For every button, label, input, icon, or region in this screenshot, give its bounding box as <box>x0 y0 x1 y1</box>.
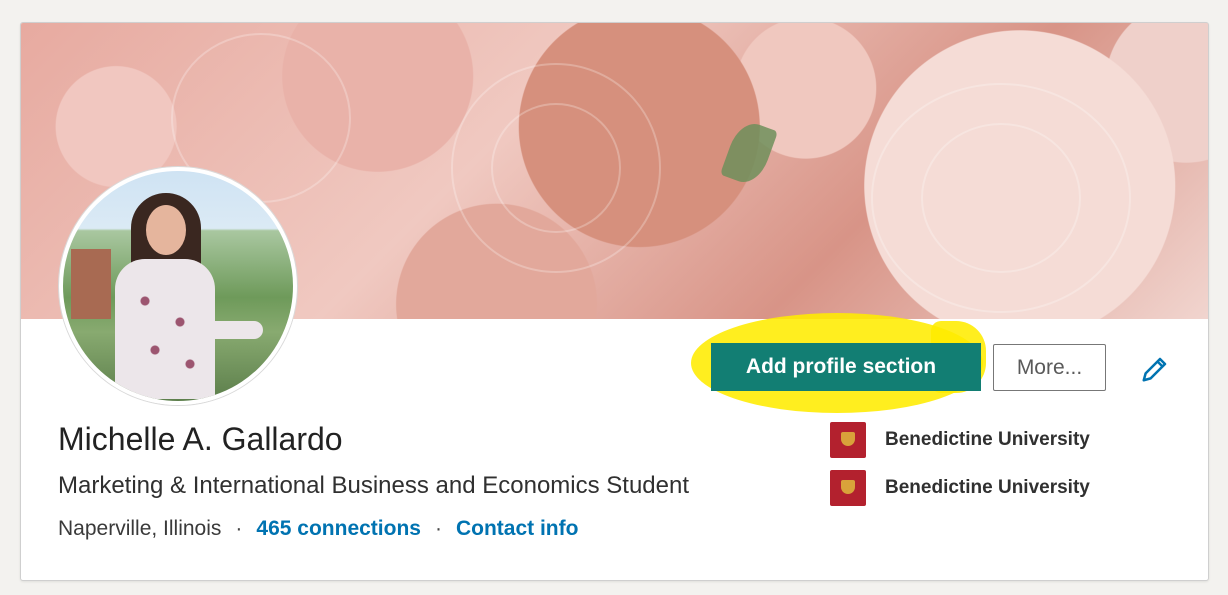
shield-icon <box>841 480 855 494</box>
education-item[interactable]: Benedictine University <box>830 422 1090 458</box>
shield-icon <box>841 432 855 446</box>
profile-name: Michelle A. Gallardo <box>58 421 343 457</box>
profile-location: Naperville, Illinois <box>58 517 222 540</box>
school-name: Benedictine University <box>885 477 1090 498</box>
separator-dot: · <box>434 517 442 540</box>
school-name: Benedictine University <box>885 429 1090 450</box>
pencil-icon[interactable] <box>1138 352 1172 386</box>
profile-meta: Naperville, Illinois · 465 connections ·… <box>58 517 578 541</box>
add-profile-section-label-wrap: Add profile section <box>711 343 981 391</box>
more-button[interactable]: More... <box>993 344 1106 391</box>
photo-building <box>71 249 111 319</box>
contact-info-link[interactable]: Contact info <box>456 517 578 541</box>
education-item[interactable]: Benedictine University <box>830 470 1090 506</box>
school-logo-icon <box>830 422 866 458</box>
school-logo-icon <box>830 470 866 506</box>
photo-person-face <box>146 205 186 255</box>
add-profile-section-label: Add profile section <box>745 355 937 378</box>
separator-dot: · <box>235 517 243 540</box>
banner-leaf <box>719 117 779 189</box>
connections-link[interactable]: 465 connections <box>256 517 421 541</box>
profile-card: Add profile section More... Michelle A. … <box>20 22 1209 581</box>
photo-person-body <box>115 259 215 399</box>
photo-person-arm <box>203 321 263 339</box>
banner-rose-petal <box>921 123 1081 273</box>
profile-photo[interactable] <box>59 167 297 405</box>
profile-headline: Marketing & International Business and E… <box>58 472 690 499</box>
banner-rose-petal <box>491 103 621 233</box>
